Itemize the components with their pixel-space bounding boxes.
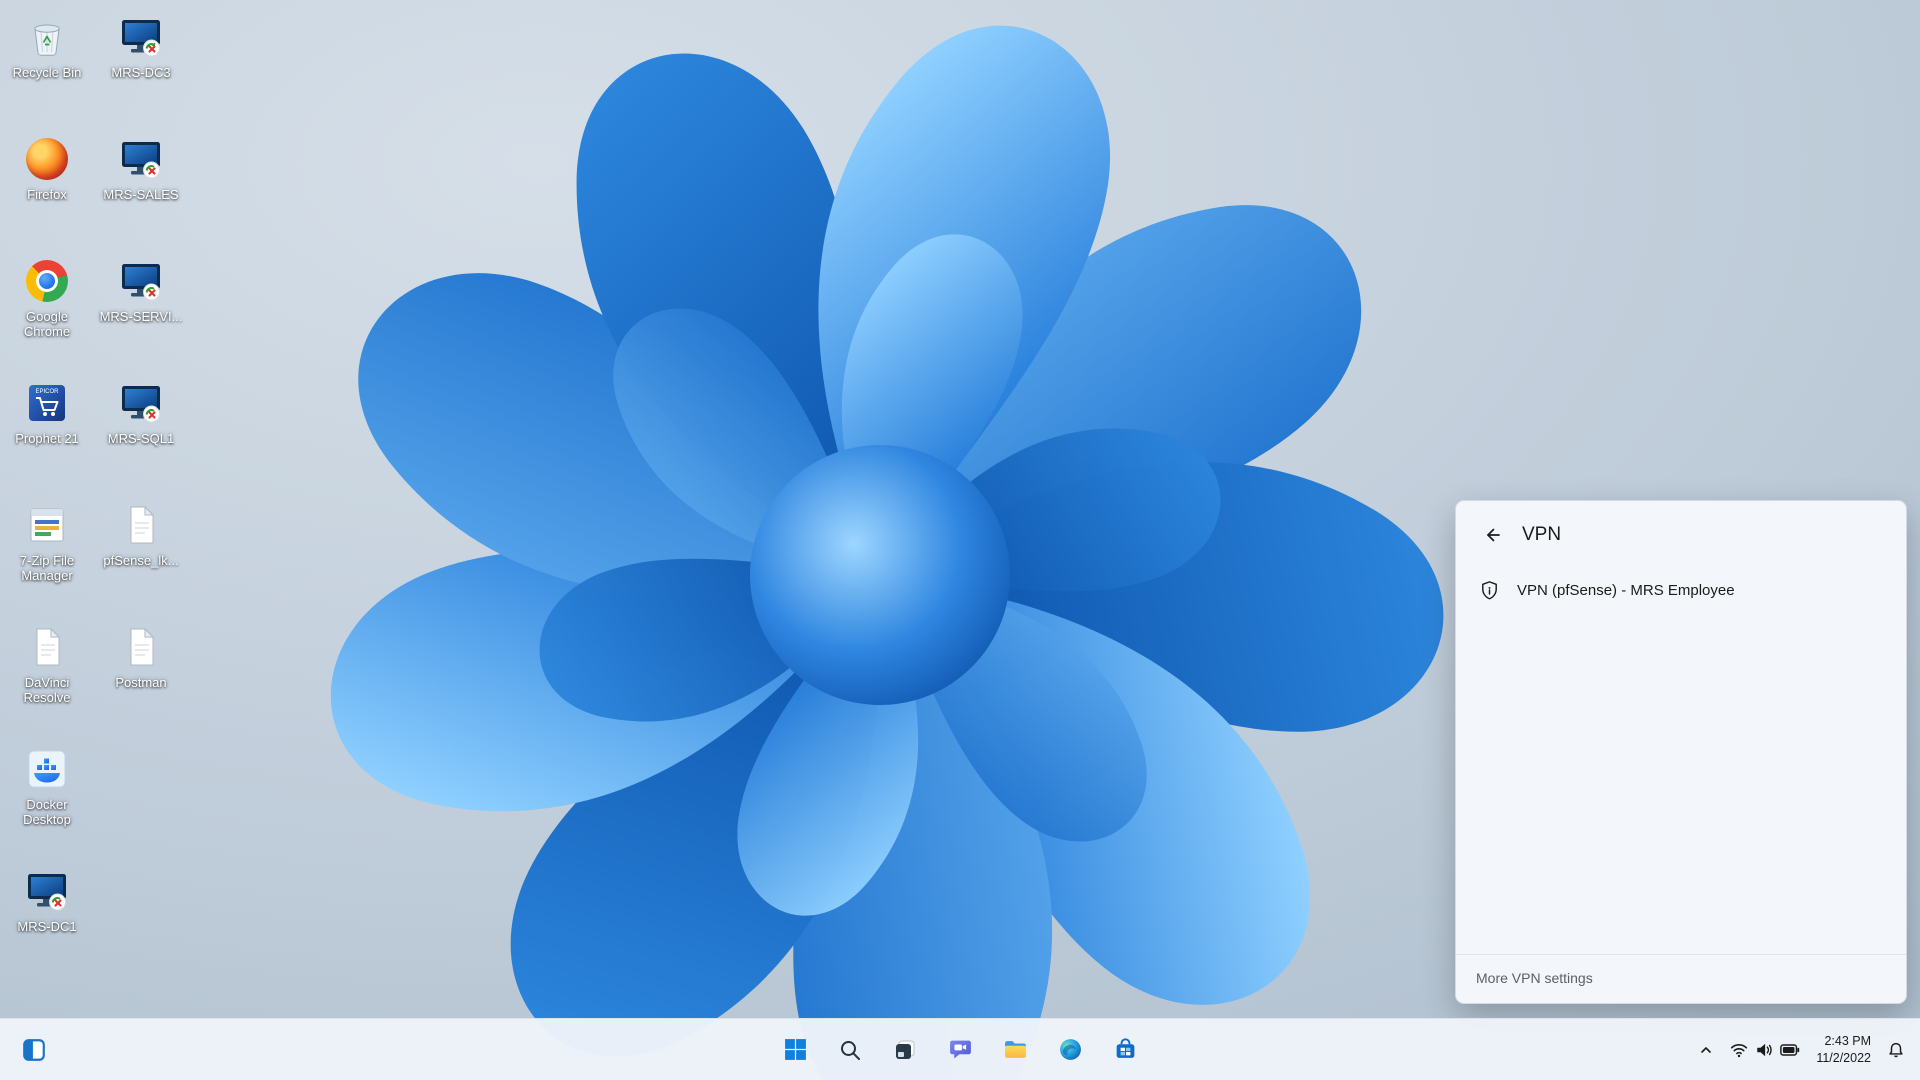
taskbar-left	[12, 1019, 56, 1080]
tray-overflow-button[interactable]	[1691, 1029, 1721, 1071]
flyout-spacer	[1456, 614, 1906, 954]
task-view-button[interactable]	[883, 1028, 927, 1072]
store-button[interactable]	[1103, 1028, 1147, 1072]
start-button[interactable]	[773, 1028, 817, 1072]
document-icon	[118, 502, 164, 548]
desktop-icon-mrs-sql1[interactable]: MRS-SQL1	[96, 380, 186, 446]
desktop-icon-label: Google Chrome	[23, 309, 71, 340]
clock: 2:43 PM 11/2/2022	[1816, 1033, 1871, 1067]
svg-text:EPICOR: EPICOR	[35, 389, 59, 395]
desktop-icon-label: DaVinci Resolve	[23, 675, 71, 706]
desktop: Recycle Bin MRS-DC3 Firefox MRS-SALES Go…	[0, 0, 1920, 1080]
vpn-flyout-footer: More VPN settings	[1456, 954, 1906, 1003]
docker-icon	[24, 746, 70, 792]
vpn-flyout-panel: VPN VPN (pfSense) - MRS Employee More VP…	[1455, 500, 1907, 1004]
task-view-icon	[896, 1040, 915, 1059]
file-explorer-button[interactable]	[993, 1028, 1037, 1072]
desktop-icon-label: Postman	[115, 675, 167, 690]
edge-icon	[1059, 1039, 1081, 1060]
desktop-icon-label: Prophet 21	[15, 431, 79, 446]
desktop-icon-label: MRS-SERVI...	[99, 309, 183, 324]
file-explorer-icon	[1004, 1041, 1026, 1058]
vpn-connection-name: VPN (pfSense) - MRS Employee	[1517, 582, 1735, 599]
more-vpn-settings-link[interactable]: More VPN settings	[1476, 970, 1593, 986]
tray-date: 11/2/2022	[1816, 1050, 1871, 1065]
wifi-icon	[1731, 1043, 1748, 1057]
desktop-icon-mrs-dc3[interactable]: MRS-DC3	[96, 14, 186, 80]
desktop-icon-prophet-21[interactable]: EPICOR Prophet 21	[2, 380, 92, 446]
back-arrow-icon	[1487, 528, 1500, 542]
desktop-icon-recycle-bin[interactable]: Recycle Bin	[2, 14, 92, 80]
document-icon	[118, 624, 164, 670]
remote-computer-icon	[118, 380, 164, 426]
back-button[interactable]	[1474, 519, 1510, 551]
vpn-shield-icon	[1482, 581, 1497, 600]
chat-icon	[949, 1040, 971, 1059]
desktop-icon-label: pfSense_lk...	[103, 553, 179, 568]
desktop-icon-mrs-sales[interactable]: MRS-SALES	[96, 136, 186, 202]
desktop-icon-label: MRS-SQL1	[107, 431, 175, 446]
edge-button[interactable]	[1048, 1028, 1092, 1072]
vpn-flyout-header: VPN	[1456, 501, 1906, 561]
remote-computer-icon	[118, 258, 164, 304]
taskbar-center	[773, 1019, 1147, 1080]
widgets-button[interactable]	[12, 1028, 56, 1072]
remote-computer-icon	[118, 14, 164, 60]
remote-computer-icon	[24, 868, 70, 914]
remote-computer-icon	[118, 136, 164, 182]
quick-settings-button[interactable]	[1723, 1029, 1807, 1071]
desktop-icon-mrs-servi[interactable]: MRS-SERVI...	[96, 258, 186, 324]
notification-center-button[interactable]	[1880, 1029, 1912, 1071]
desktop-icon-label: MRS-DC3	[111, 65, 171, 80]
chat-button[interactable]	[938, 1028, 982, 1072]
desktop-icon-docker-desktop[interactable]: Docker Desktop	[2, 746, 92, 828]
store-icon	[1116, 1038, 1134, 1058]
flyout-title: VPN	[1522, 524, 1562, 545]
taskbar: 2:43 PM 11/2/2022	[0, 1018, 1920, 1080]
clock-button[interactable]: 2:43 PM 11/2/2022	[1809, 1029, 1878, 1071]
battery-icon	[1780, 1043, 1800, 1056]
desktop-icon-postman[interactable]: Postman	[96, 624, 186, 690]
firefox-icon	[24, 136, 70, 182]
desktop-icon-google-chrome[interactable]: Google Chrome	[2, 258, 92, 340]
document-icon	[24, 624, 70, 670]
widgets-icon	[23, 1038, 45, 1061]
chrome-icon	[24, 258, 70, 304]
desktop-icon-label: MRS-SALES	[103, 187, 179, 202]
desktop-icon-davinci-resolve[interactable]: DaVinci Resolve	[2, 624, 92, 706]
desktop-icon-firefox[interactable]: Firefox	[2, 136, 92, 202]
desktop-icon-mrs-dc1[interactable]: MRS-DC1	[2, 868, 92, 934]
search-icon	[841, 1040, 860, 1060]
start-icon	[784, 1039, 806, 1060]
desktop-icon-pfsense-file[interactable]: pfSense_lk...	[96, 502, 186, 568]
system-tray: 2:43 PM 11/2/2022	[1691, 1019, 1912, 1080]
desktop-icon-7zip[interactable]: 7-Zip File Manager	[2, 502, 92, 584]
recycle-bin-icon	[24, 14, 70, 60]
desktop-icon-label: Firefox	[27, 187, 67, 202]
chevron-up-icon	[1701, 1046, 1712, 1053]
desktop-icon-label: 7-Zip File Manager	[19, 553, 75, 584]
vpn-connection-item[interactable]: VPN (pfSense) - MRS Employee	[1464, 567, 1898, 614]
prophet21-icon: EPICOR	[24, 380, 70, 426]
7zip-icon	[24, 502, 70, 548]
desktop-icon-label: Docker Desktop	[23, 797, 71, 828]
tray-time: 2:43 PM	[1824, 1033, 1871, 1048]
notification-bell-icon	[1889, 1042, 1903, 1057]
search-button[interactable]	[828, 1028, 872, 1072]
desktop-icon-label: MRS-DC1	[17, 919, 77, 934]
volume-icon	[1757, 1043, 1773, 1056]
desktop-icon-label: Recycle Bin	[12, 65, 82, 80]
